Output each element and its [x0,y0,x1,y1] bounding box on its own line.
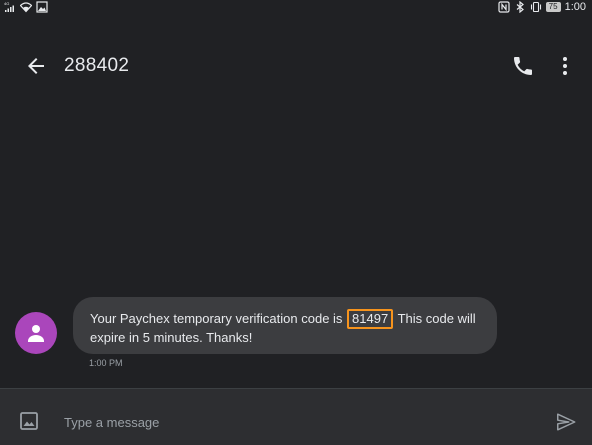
compose-bar [0,388,592,445]
signal-icon: 4G [4,1,16,13]
person-icon [24,321,48,345]
status-bar-left: 4G [4,1,48,13]
message-bubble[interactable]: Your Paychex temporary verification code… [73,297,497,354]
conversation-app-bar: 288402 [0,38,592,94]
status-bar: 4G 75 1:00 [0,0,592,16]
back-arrow-icon[interactable] [24,54,48,78]
bluetooth-icon [514,1,526,13]
network-type-label: 4G [4,1,9,6]
send-icon[interactable] [555,411,577,433]
verification-code: 81497 [347,309,394,329]
message-text-before: Your Paychex temporary verification code… [90,311,343,326]
image-notification-icon [36,1,48,13]
phone-icon[interactable] [511,54,535,78]
status-time: 1:00 [564,1,586,13]
message-input[interactable] [62,411,486,433]
message-timestamp: 1:00 PM [89,358,123,368]
sender-avatar[interactable] [15,312,57,354]
more-vert-icon[interactable] [553,54,577,78]
image-attach-icon[interactable] [19,411,39,431]
nfc-icon [498,1,510,13]
wifi-icon [20,1,32,13]
status-bar-right: 75 1:00 [498,1,586,13]
vibrate-icon [530,1,542,13]
battery-level: 75 [545,2,561,12]
conversation-title: 288402 [64,55,130,76]
